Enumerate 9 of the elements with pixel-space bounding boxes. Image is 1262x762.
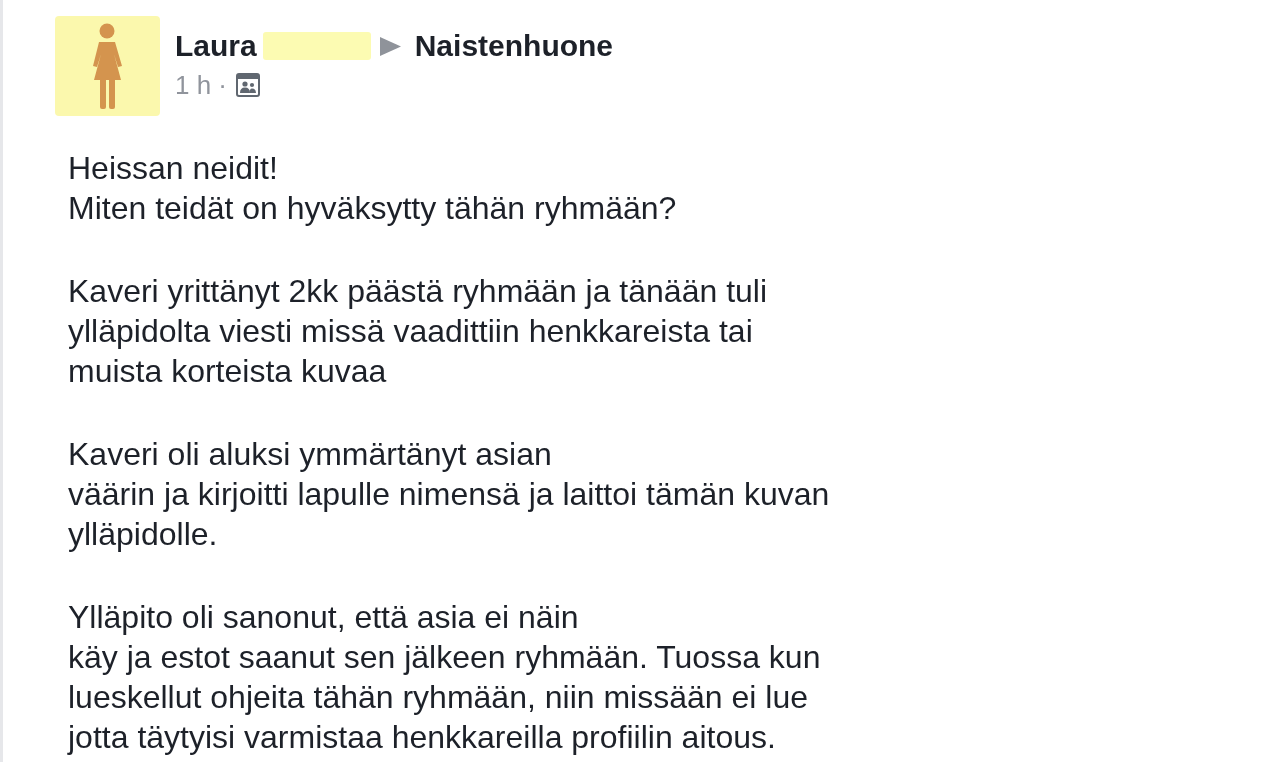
author-name[interactable]: Laura: [175, 29, 257, 63]
post-paragraph: Ylläpito oli sanonut, että asia ei näin käy ja estot saanut sen jälkeen ryhmään. Tuossa kun lueskellut ohjeita tähän ryhmään, niin missään ei lue jotta täytyisi varmistaa henkkareilla profiilin aitous.: [68, 598, 821, 757]
avatar-icon[interactable]: [55, 16, 160, 116]
triangle-right-icon: [379, 36, 401, 56]
post-paragraph: Heissan neidit! Miten teidät on hyväksytty tähän ryhmään?: [68, 149, 677, 228]
group-name[interactable]: Naistenhuone: [414, 29, 614, 63]
post-paragraph: Kaveri oli aluksi ymmärtänyt asian väärin ja kirjoitti lapulle nimensä ja laittoi tämän kuvan ylläpidolle.: [68, 435, 830, 554]
post-paragraph: Kaveri yrittänyt 2kk päästä ryhmään ja tänään tuli ylläpidolta viesti missä vaadittiin henkkareista tai muista korteista kuvaa: [68, 272, 768, 391]
separator-dot: ·: [218, 71, 227, 99]
